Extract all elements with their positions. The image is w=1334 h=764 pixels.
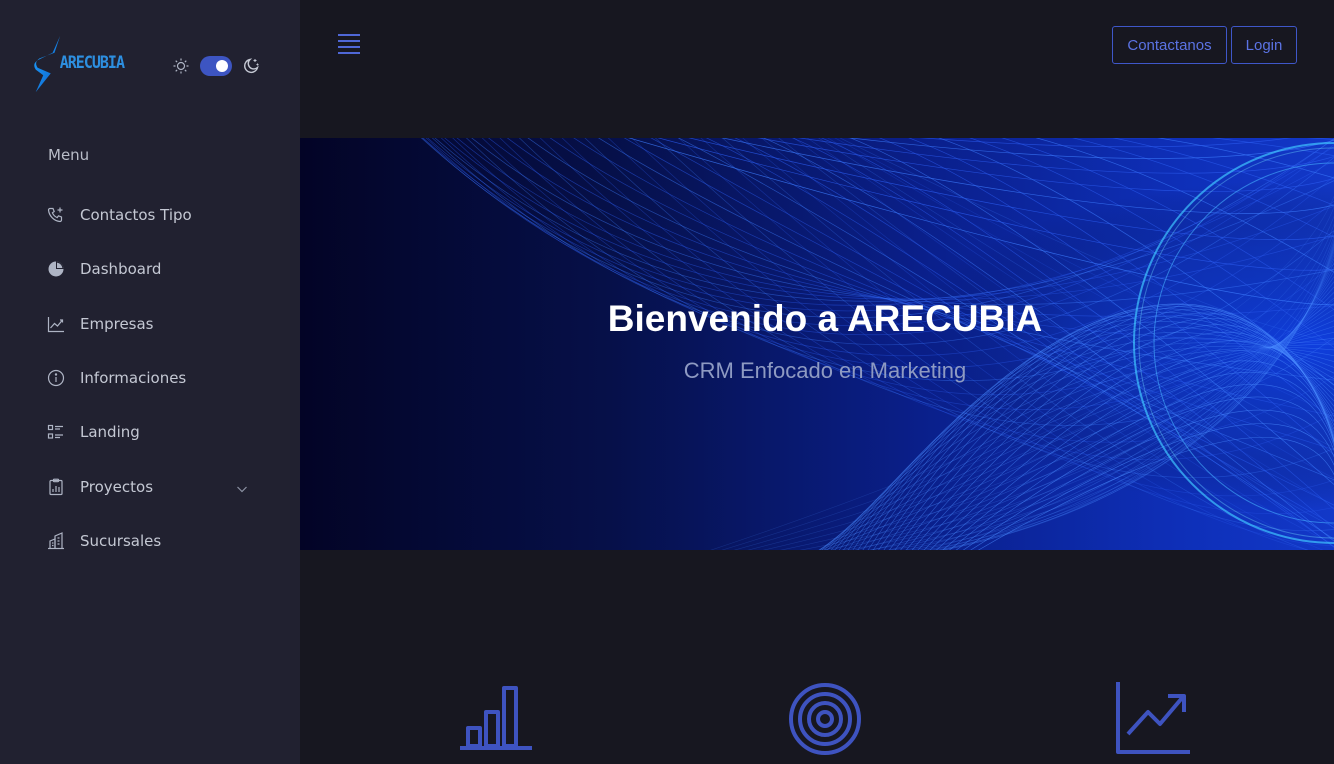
target-icon <box>788 682 862 756</box>
sidebar-item-sucursales[interactable]: Sucursales <box>0 514 300 568</box>
checklist-icon <box>47 423 65 441</box>
theme-switch[interactable] <box>200 56 232 76</box>
building-icon <box>47 532 65 550</box>
contact-button[interactable]: Contactanos <box>1112 26 1227 64</box>
sidebar-item-label: Landing <box>80 423 140 442</box>
sidebar-item-landing[interactable]: Landing <box>0 405 300 459</box>
sidebar-item-label: Dashboard <box>80 260 162 279</box>
hero-network-graphic <box>300 138 1334 550</box>
sidebar-item-label: Empresas <box>80 314 154 333</box>
hero-banner: Bienvenido a ARECUBIA CRM Enfocado en Ma… <box>300 138 1334 550</box>
moon-stars-icon[interactable] <box>242 57 260 75</box>
info-icon <box>47 369 65 387</box>
trend-up-icon <box>1114 680 1192 756</box>
chevron-down-icon[interactable] <box>236 481 248 493</box>
phone-plus-icon <box>47 206 65 224</box>
menu-title: Menu <box>48 146 90 164</box>
sidebar-item-contactos-tipo[interactable]: Contactos Tipo <box>0 188 300 242</box>
sidebar-item-label: Proyectos <box>80 477 154 496</box>
sidebar-item-label: Sucursales <box>80 531 162 550</box>
theme-toggle[interactable] <box>172 56 260 76</box>
sidebar-item-label: Contactos Tipo <box>80 206 192 225</box>
sidebar-item-dashboard[interactable]: Dashboard <box>0 242 300 296</box>
sidebar: ARECUBIA Menu Contactos Tipo Dashboard E… <box>0 0 300 764</box>
sidebar-item-informaciones[interactable]: Informaciones <box>0 351 300 405</box>
brand-logo[interactable]: ARECUBIA <box>32 32 125 96</box>
clipboard-chart-icon <box>47 478 65 496</box>
sidebar-item-label: Informaciones <box>80 369 187 388</box>
switch-knob <box>216 60 228 72</box>
sun-icon[interactable] <box>172 57 190 75</box>
line-chart-icon <box>47 315 65 333</box>
sidebar-item-proyectos[interactable]: Proyectos <box>0 459 300 513</box>
hamburger-icon[interactable] <box>338 34 362 54</box>
hero-subtitle: CRM Enfocado en Marketing <box>683 358 967 383</box>
login-button[interactable]: Login <box>1231 26 1297 64</box>
hero-title: Bienvenido a ARECUBIA <box>607 298 1043 339</box>
sidebar-item-empresas[interactable]: Empresas <box>0 297 300 351</box>
sidebar-menu: Contactos Tipo Dashboard Empresas Inform… <box>0 188 300 568</box>
pie-chart-icon <box>47 260 65 278</box>
logo-text: ARECUBIA <box>59 51 125 73</box>
bar-chart-icon <box>460 684 534 750</box>
